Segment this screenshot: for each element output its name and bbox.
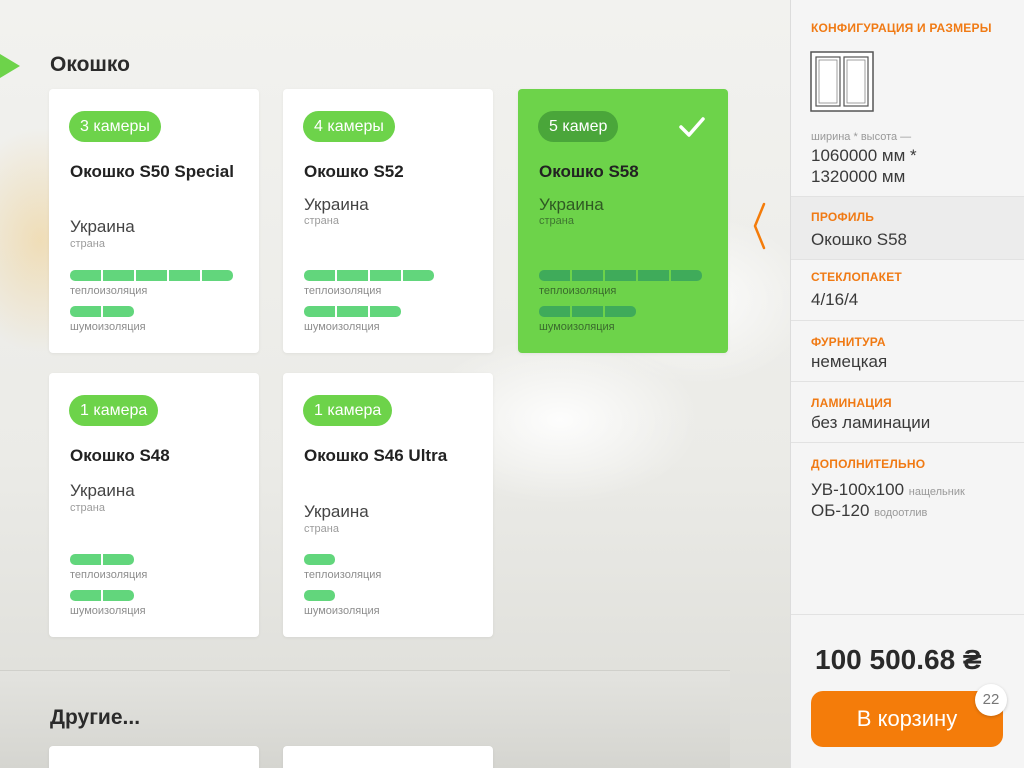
thermal-label: теплоизоляция bbox=[539, 285, 617, 297]
product-name: Окошко S52 bbox=[304, 162, 404, 181]
thermal-label: теплоизоляция bbox=[304, 569, 382, 581]
product-card-s50[interactable]: 3 камеры Окошко S50 Special Украина стра… bbox=[49, 89, 259, 353]
lamination-heading: ЛАМИНАЦИЯ bbox=[811, 396, 892, 410]
thermal-bar bbox=[539, 270, 702, 281]
extra-item-1-note: нащельник bbox=[908, 486, 965, 498]
section-title: Окошко bbox=[50, 53, 130, 76]
total-price: 100 500.68 ₴ bbox=[815, 644, 982, 675]
noise-label: шумоизоляция bbox=[304, 321, 380, 333]
country-label: страна bbox=[304, 215, 339, 227]
glass-value: 4/16/4 bbox=[811, 290, 859, 309]
extra-row[interactable]: ДОПОЛНИТЕЛЬНО УВ-100х100 нащельник ОБ-12… bbox=[791, 443, 1024, 533]
config-row[interactable]: КОНФИГУРАЦИЯ И РАЗМЕРЫ ширина * высота —… bbox=[791, 0, 1024, 196]
profile-heading: ПРОФИЛЬ bbox=[811, 210, 875, 224]
product-card-s48[interactable]: 1 камера Окошко S48 Украина страна тепло… bbox=[49, 373, 259, 637]
thermal-bar bbox=[304, 554, 335, 565]
country-value: Украина bbox=[539, 195, 604, 214]
size-line-1: 1060000 мм * bbox=[811, 146, 917, 165]
noise-label: шумоизоляция bbox=[70, 605, 146, 617]
profile-row[interactable]: ПРОФИЛЬ Окошко S58 bbox=[791, 197, 1024, 259]
extra-item-2-value: ОБ-120 bbox=[811, 501, 870, 520]
product-card-stub[interactable] bbox=[283, 746, 493, 768]
chevron-left-icon[interactable] bbox=[750, 202, 768, 250]
product-card-s46[interactable]: 1 камера Окошко S46 Ultra Украина страна… bbox=[283, 373, 493, 637]
extra-item-2-note: водоотлив bbox=[874, 507, 928, 519]
size-line-2: 1320000 мм bbox=[811, 167, 906, 186]
chambers-badge: 1 камера bbox=[69, 395, 159, 426]
product-name: Окошко S58 bbox=[539, 162, 639, 181]
country-value: Украина bbox=[304, 502, 369, 521]
noise-bar bbox=[304, 590, 335, 601]
country-value: Украина bbox=[304, 195, 369, 214]
noise-label: шумоизоляция bbox=[70, 321, 146, 333]
window-config-icon bbox=[810, 51, 874, 112]
product-card-s52[interactable]: 4 камеры Окошко S52 Украина страна тепло… bbox=[283, 89, 493, 353]
thermal-label: теплоизоляция bbox=[304, 285, 382, 297]
thermal-label: теплоизоляция bbox=[70, 285, 148, 297]
lamination-value: без ламинации bbox=[811, 413, 931, 432]
country-label: страна bbox=[70, 502, 105, 514]
country-label: страна bbox=[539, 215, 574, 227]
country-value: Украина bbox=[70, 481, 135, 500]
product-card-stub[interactable] bbox=[49, 746, 259, 768]
noise-label: шумоизоляция bbox=[304, 605, 380, 617]
chambers-badge: 3 камеры bbox=[69, 111, 161, 142]
thermal-bar bbox=[304, 270, 434, 281]
hardware-row[interactable]: ФУРНИТУРА немецкая bbox=[791, 321, 1024, 381]
divider bbox=[791, 614, 1024, 615]
profile-value: Окошко S58 bbox=[811, 230, 907, 249]
thermal-bar bbox=[70, 270, 233, 281]
thermal-label: теплоизоляция bbox=[70, 569, 148, 581]
config-panel: КОНФИГУРАЦИЯ И РАЗМЕРЫ ширина * высота —… bbox=[790, 0, 1024, 768]
chambers-badge: 4 камеры bbox=[303, 111, 395, 142]
extra-item-1-value: УВ-100х100 bbox=[811, 480, 905, 499]
hardware-value: немецкая bbox=[811, 352, 888, 371]
country-label: страна bbox=[304, 523, 339, 535]
product-name: Окошко S50 Special bbox=[70, 162, 234, 181]
product-name: Окошко S46 Ultra bbox=[304, 446, 448, 465]
noise-bar bbox=[70, 590, 134, 601]
lamination-row[interactable]: ЛАМИНАЦИЯ без ламинации bbox=[791, 382, 1024, 442]
country-value: Украина bbox=[70, 217, 135, 236]
chambers-badge: 1 камера bbox=[303, 395, 393, 426]
extra-heading: ДОПОЛНИТЕЛЬНО bbox=[811, 457, 926, 471]
section-marker-icon bbox=[0, 54, 20, 78]
thermal-bar bbox=[70, 554, 134, 565]
glass-row[interactable]: СТЕКЛОПАКЕТ 4/16/4 bbox=[791, 260, 1024, 320]
noise-bar bbox=[70, 306, 134, 317]
other-section-title: Другие... bbox=[50, 706, 141, 729]
cart-count-badge: 22 bbox=[975, 684, 1007, 716]
glass-heading: СТЕКЛОПАКЕТ bbox=[811, 270, 902, 284]
config-heading: КОНФИГУРАЦИЯ И РАЗМЕРЫ bbox=[811, 21, 992, 35]
extra-item-2: ОБ-120 водоотлив bbox=[811, 500, 927, 524]
noise-bar bbox=[539, 306, 636, 317]
noise-bar bbox=[304, 306, 401, 317]
chambers-badge: 5 камер bbox=[538, 111, 619, 142]
product-card-s58[interactable]: 5 камер Окошко S58 Украина страна теплои… bbox=[518, 89, 728, 353]
country-label: страна bbox=[70, 238, 105, 250]
product-name: Окошко S48 bbox=[70, 446, 170, 465]
noise-label: шумоизоляция bbox=[539, 321, 615, 333]
check-icon bbox=[679, 117, 705, 137]
hardware-heading: ФУРНИТУРА bbox=[811, 335, 886, 349]
